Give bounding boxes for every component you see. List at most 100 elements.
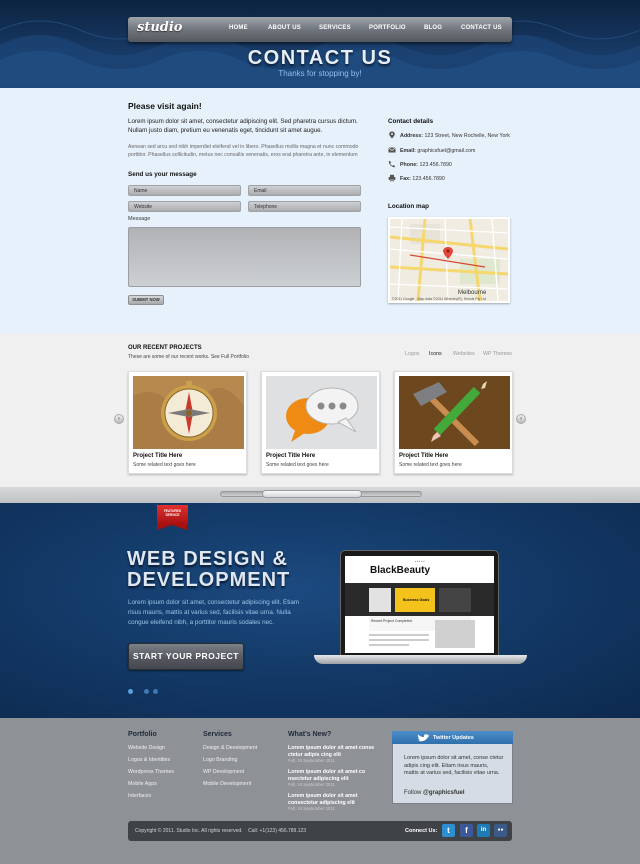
chat-bubbles-icon — [266, 376, 377, 449]
project-text: Some related text goes here — [133, 462, 196, 468]
filter-wp-themes[interactable]: WP Themes — [483, 351, 512, 357]
copyright-text: Copyright © 2011. Studio Inc. All rights… — [135, 828, 306, 834]
copyright-notice: Copyright © 2011. Studio Inc. All rights… — [135, 828, 243, 834]
featured-ribbon: FEATURED SERVICE — [157, 505, 188, 530]
nav-about-us[interactable]: ABOUT US — [268, 25, 301, 31]
featured-title-line1: WEB DESIGN & — [127, 548, 288, 570]
featured-body: Lorem ipsum dolor sit amet, consectetur … — [128, 599, 300, 626]
project-card[interactable]: Project Title Here Some related text goe… — [394, 371, 513, 474]
footer-link-wordpress-themes[interactable]: Wordpress Themes — [128, 769, 174, 775]
twitter-follow: Follow @graphicsfuel — [404, 790, 465, 796]
footer-link-interfaces[interactable]: Interfaces — [128, 793, 151, 799]
projects-title: OUR RECENT PROJECTS — [128, 345, 202, 351]
laptop-base — [314, 655, 527, 664]
footer-services-title: Services — [203, 731, 232, 738]
ribbon-text: FEATURED SERVICE — [163, 509, 182, 517]
telephone-field[interactable]: Telephone — [248, 201, 361, 212]
slider-dot[interactable] — [144, 689, 149, 694]
address-row: Address: 123 Street, New Rochelle, New Y… — [400, 133, 510, 139]
project-card[interactable]: Project Title Here Some related text goe… — [261, 371, 380, 474]
footer-portfolio-title: Portfolio — [128, 731, 157, 738]
footer-link-design-development[interactable]: Design & Development — [203, 745, 257, 751]
mockup-section: Recent Project Completed — [371, 619, 412, 623]
email-field[interactable]: Email — [248, 185, 361, 196]
nav-services[interactable]: SERVICES — [319, 25, 351, 31]
logo[interactable]: studio — [137, 20, 182, 35]
news-item-date: Fell, 16 September 2011 — [288, 758, 335, 763]
nav-portfolio[interactable]: PORTFOLIO — [369, 25, 406, 31]
project-title: Project Title Here — [399, 453, 449, 459]
laptop-website-preview: ● ● ● ● ● BlackBeauty Business Goals Rec… — [345, 556, 494, 653]
phone-value: 123.456.7890 — [419, 162, 452, 168]
project-card[interactable]: Project Title Here Some related text goe… — [128, 371, 247, 474]
submit-button[interactable]: SUBMIT NOW — [128, 295, 164, 305]
flickr-icon[interactable]: ●● — [494, 824, 507, 837]
twitter-text: Lorem ipsum dolor sit amet, conse ctetur… — [404, 755, 504, 776]
site-header: studio HOME ABOUT US SERVICES PORTFOLIO … — [0, 0, 640, 88]
footer-news-title: What's New? — [288, 731, 332, 738]
contact-details-title: Contact details — [388, 118, 434, 125]
project-text: Some related text goes here — [266, 462, 329, 468]
visit-lead: Lorem ipsum dolor sit amet, consectetur … — [128, 118, 358, 134]
visit-title: Please visit again! — [128, 101, 202, 111]
email-value[interactable]: graphicsfuel@gmail.com — [417, 148, 475, 154]
bird-icon — [417, 734, 430, 742]
slider-dot-active[interactable] — [128, 689, 133, 694]
fax-label: Fax: — [400, 176, 411, 182]
slider-dot[interactable] — [153, 689, 158, 694]
filter-icons[interactable]: Icons — [429, 351, 442, 357]
phone-label: Phone: — [400, 162, 418, 168]
phone-row: Phone: 123.456.7890 — [400, 162, 452, 168]
footer-link-wp-development[interactable]: WP Development — [203, 769, 244, 775]
footer-link-mobile-apps[interactable]: Mobile Apps — [128, 781, 157, 787]
footer-link-logos[interactable]: Logos & Identities — [128, 757, 170, 763]
nav-home[interactable]: HOME — [229, 25, 248, 31]
message-textarea[interactable] — [128, 227, 361, 287]
footer-link-logo-branding[interactable]: Logo Branding — [203, 757, 237, 763]
filter-websites[interactable]: Websites — [453, 351, 475, 357]
page-subtitle: Thanks for stopping by! — [278, 69, 362, 78]
prev-arrow-button[interactable]: ‹ — [114, 414, 124, 424]
main-nav: studio HOME ABOUT US SERVICES PORTFOLIO … — [128, 17, 512, 42]
email-row: Email: graphicsfuel@gmail.com — [400, 148, 475, 154]
next-arrow-button[interactable]: › — [516, 414, 526, 424]
twitter-icon[interactable]: t — [442, 824, 455, 837]
linkedin-icon[interactable]: in — [477, 824, 490, 837]
name-field[interactable]: Name — [128, 185, 241, 196]
mockup-tagline: Business Goals — [403, 598, 430, 602]
filter-logos[interactable]: Logos — [405, 351, 419, 357]
fax-value: 123.456.7890 — [412, 176, 445, 182]
footer-link-website-design[interactable]: Website Design — [128, 745, 165, 751]
projects-subtitle: These are some of our recent works. See … — [128, 354, 249, 360]
project-title: Project Title Here — [266, 453, 316, 459]
connect-label: Connect Us: — [405, 828, 438, 834]
email-label: Email: — [400, 148, 416, 154]
message-label: Message — [128, 216, 151, 222]
page-title: CONTACT US — [247, 47, 393, 69]
envelope-icon — [388, 147, 396, 153]
nav-blog[interactable]: BLOG — [424, 25, 442, 31]
map-city-label: Melbourne — [458, 290, 487, 296]
twitter-handle-link[interactable]: @graphicsfuel — [423, 790, 465, 796]
address-label: Address: — [400, 133, 423, 139]
mockup-logo: BlackBeauty — [370, 565, 431, 576]
news-item-title[interactable]: Lorem ipsum dolor sit amet consectetur a… — [288, 793, 378, 806]
start-project-button[interactable]: START YOUR PROJECT — [128, 643, 244, 670]
project-title: Project Title Here — [133, 453, 183, 459]
location-map[interactable] — [388, 217, 510, 303]
news-item-title[interactable]: Lorem ipsum dolor sit amet co nsectetur … — [288, 769, 378, 782]
website-field[interactable]: Website — [128, 201, 241, 212]
nav-contact-us[interactable]: CONTACT US — [461, 25, 502, 31]
news-item-date: Fell, 16 September 2011 — [288, 806, 335, 811]
map-copyright: ©2011 Google - Map data ©2011 Whereis(R)… — [392, 297, 487, 301]
carousel-scroll-thumb[interactable] — [262, 490, 362, 498]
news-item-date: Fell, 16 September 2011 — [288, 782, 335, 787]
location-pin-icon — [389, 131, 395, 139]
news-item-title[interactable]: Lorem ipsum dolor sit amet conse ctetur … — [288, 745, 378, 758]
project-text: Some related text goes here — [399, 462, 462, 468]
twitter-updates-title: Twitter Updates — [433, 735, 474, 741]
twitter-follow-label: Follow — [404, 790, 422, 796]
featured-title: WEB DESIGN & DEVELOPMENT — [127, 549, 327, 591]
footer-link-mobile-development[interactable]: Mobile Development — [203, 781, 251, 787]
facebook-icon[interactable]: f — [460, 824, 473, 837]
